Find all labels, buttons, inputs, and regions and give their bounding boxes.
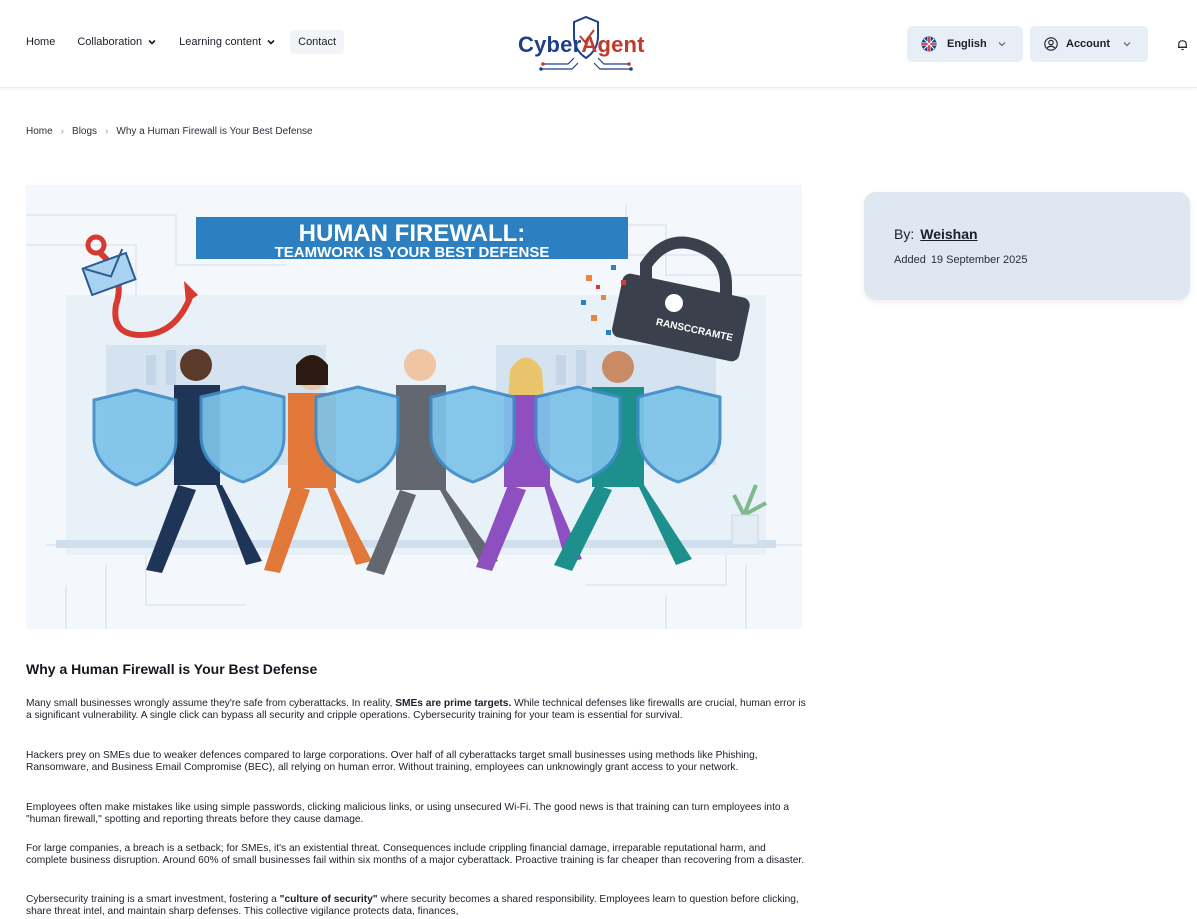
- chevron-right-icon: ›: [60, 126, 65, 137]
- added-date-line: Added 19 September 2025: [894, 254, 1027, 266]
- author-by-label: By:: [894, 226, 915, 242]
- chevron-down-icon: [998, 42, 1006, 47]
- logo-text-part2: Agent: [581, 32, 645, 57]
- breadcrumb-home[interactable]: Home: [26, 126, 53, 137]
- nav-contact-label: Contact: [298, 36, 337, 48]
- author-name-link[interactable]: Weishan: [920, 226, 977, 242]
- p1-bold: SMEs are prime targets.: [395, 698, 512, 709]
- nav-home[interactable]: Home: [26, 30, 63, 54]
- nav-home-label: Home: [26, 36, 56, 48]
- nav-collaboration[interactable]: Collaboration: [69, 30, 165, 54]
- hero-image: HUMAN FIREWALL: TEAMWORK IS YOUR BEST DE…: [26, 185, 802, 629]
- p5-bold: "culture of security": [279, 894, 378, 905]
- account-label: Account: [1066, 38, 1110, 50]
- site-logo[interactable]: CyberAgent: [512, 14, 662, 74]
- article-paragraph-2: Hackers prey on SMEs due to weaker defen…: [26, 750, 758, 773]
- hero-headline-2: TEAMWORK IS YOUR BEST DEFENSE: [275, 244, 550, 261]
- language-label: English: [947, 38, 987, 50]
- breadcrumb-blogs[interactable]: Blogs: [72, 126, 97, 137]
- added-label: Added: [894, 254, 926, 266]
- nav-learning-content[interactable]: Learning content: [171, 30, 284, 54]
- language-selector[interactable]: English: [907, 26, 1023, 62]
- logo-text-part1: Cyber: [518, 32, 582, 57]
- chevron-down-icon: [148, 39, 156, 45]
- site-header: Home Collaboration Learning content Cont…: [0, 0, 1197, 88]
- author-card: By: Weishan Added 19 September 2025: [864, 192, 1190, 300]
- article-title: Why a Human Firewall is Your Best Defens…: [26, 661, 318, 677]
- user-circle-icon: [1044, 37, 1058, 51]
- breadcrumb: Home › Blogs › Why a Human Firewall is Y…: [26, 126, 313, 137]
- nav-collaboration-label: Collaboration: [77, 36, 143, 48]
- nav-learning-label: Learning content: [179, 36, 262, 48]
- chevron-right-icon: ›: [105, 126, 109, 137]
- uk-flag-icon: [921, 36, 937, 52]
- main-nav: Home Collaboration Learning content Cont…: [26, 30, 345, 54]
- hero-headline-1: HUMAN FIREWALL:: [299, 220, 526, 247]
- added-date: 19 September 2025: [930, 254, 1028, 266]
- breadcrumb-current: Why a Human Firewall is Your Best Defens…: [116, 126, 313, 137]
- article-paragraph-4: For large companies, a breach is a setba…: [26, 843, 805, 866]
- p5-text-a: Cybersecurity training is a smart invest…: [26, 894, 280, 905]
- account-menu-button[interactable]: Account: [1030, 26, 1148, 62]
- bell-icon[interactable]: [1176, 38, 1189, 51]
- chevron-down-icon: [1123, 42, 1131, 47]
- nav-contact[interactable]: Contact: [290, 30, 345, 54]
- logo-text: CyberAgent: [518, 32, 645, 58]
- p1-text-a: Many small businesses wrongly assume the…: [26, 698, 396, 709]
- chevron-down-icon: [267, 39, 275, 45]
- author-line: By: Weishan: [894, 226, 978, 242]
- article-paragraph-3: Employees often make mistakes like using…: [26, 802, 790, 825]
- article-paragraph-5: Cybersecurity training is a smart invest…: [26, 894, 806, 918]
- article-paragraph-1: Many small businesses wrongly assume the…: [26, 698, 806, 722]
